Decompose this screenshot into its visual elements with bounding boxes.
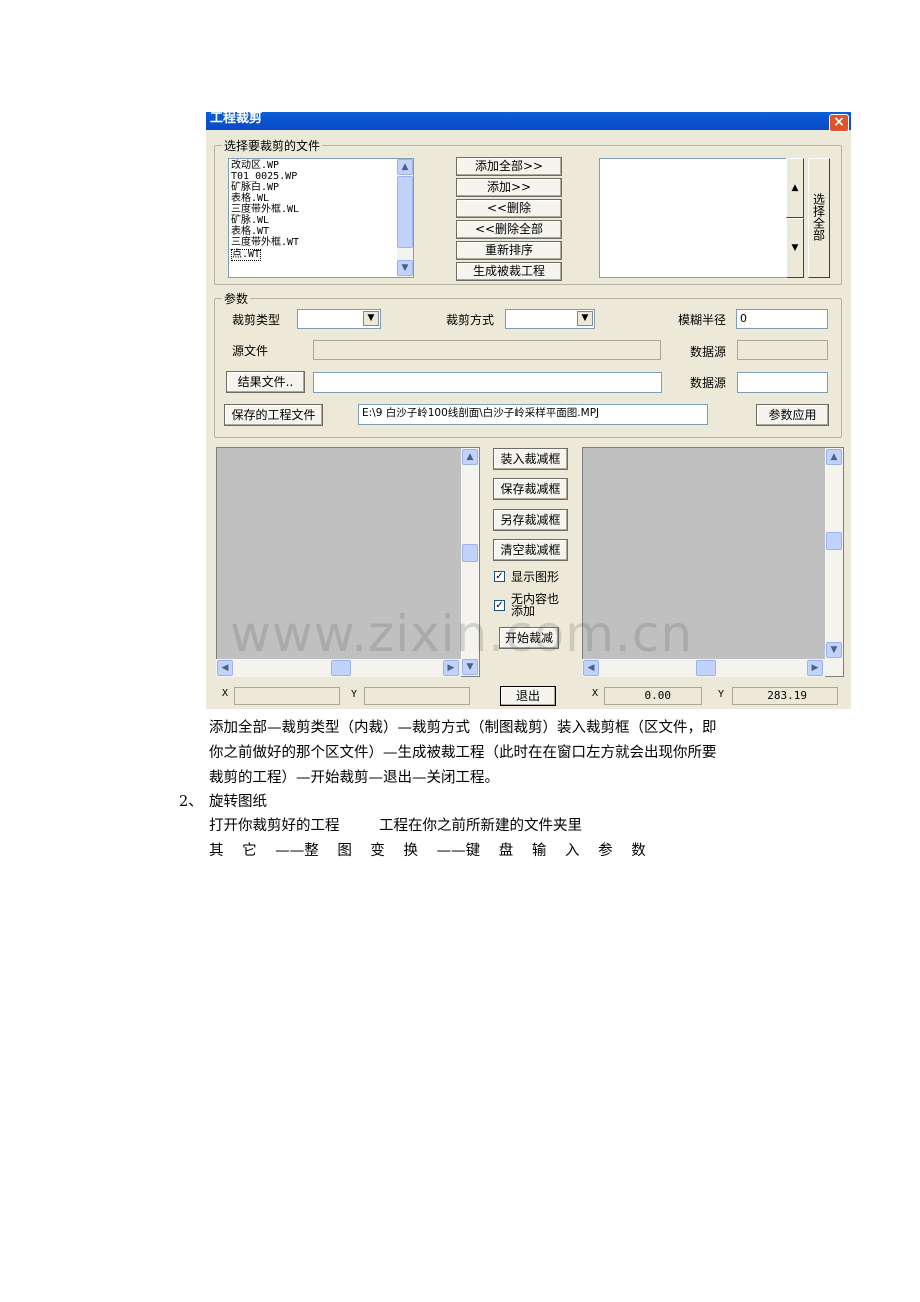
- scroll-thumb[interactable]: [696, 660, 716, 676]
- file-select-legend: 选择要裁剪的文件: [222, 137, 323, 154]
- data-source-input[interactable]: [737, 372, 828, 393]
- list-item[interactable]: 三度带外框.WT: [231, 238, 299, 248]
- apply-params-button[interactable]: 参数应用: [756, 404, 829, 426]
- title-bar[interactable]: 工程裁剪: [206, 112, 851, 130]
- move-up-icon[interactable]: ▲: [786, 158, 804, 218]
- clip-mode-select[interactable]: ▼: [505, 309, 595, 329]
- load-frame-button[interactable]: 装入裁减框: [493, 448, 568, 470]
- list-item[interactable]: 三度带外框.WL: [231, 205, 299, 215]
- section-heading: 旋转图纸: [209, 794, 267, 810]
- add-all-button[interactable]: 添加全部>>: [456, 157, 562, 176]
- scroll-down-icon[interactable]: ▼: [397, 260, 413, 276]
- list-item[interactable]: 表格.WL: [231, 194, 269, 204]
- show-graphic-label: 显示图形: [511, 570, 560, 584]
- result-preview-vscroll[interactable]: ▲ ▼: [825, 448, 843, 676]
- body-text-line: 工程在你之前所新建的文件夹里: [379, 818, 582, 834]
- left-x-label: X: [222, 688, 229, 699]
- clip-type-label: 裁剪类型: [232, 313, 281, 327]
- clip-type-select[interactable]: ▼: [297, 309, 381, 329]
- select-all-label: 选择全部: [811, 193, 826, 241]
- left-y-value: [364, 687, 470, 705]
- result-file-button[interactable]: 结果文件..: [226, 371, 305, 393]
- result-file-input[interactable]: [313, 372, 662, 393]
- data-source-label: 数据源: [690, 376, 727, 390]
- reorder-button[interactable]: 重新排序: [456, 241, 562, 260]
- body-text-line: 其 它 ——整 图 变 换 ——键 盘 输 入 参 数: [209, 843, 646, 859]
- body-text-line: 打开你裁剪好的工程: [209, 818, 340, 834]
- chevron-down-icon[interactable]: ▼: [363, 311, 379, 326]
- select-all-button[interactable]: 选择全部: [808, 158, 830, 278]
- source-file-label: 源文件: [232, 344, 269, 358]
- scroll-thumb[interactable]: [462, 544, 478, 562]
- list-item[interactable]: 点.WT: [231, 249, 262, 261]
- body-text-line: 你之前做好的那个区文件）—生成被裁工程（此时在在窗口左方就会出现你所要: [209, 745, 717, 761]
- dialog-title: 工程裁剪: [210, 112, 263, 126]
- source-file-list[interactable]: 改动区.WP T01_0025.WP 矿脉白.WP 表格.WL 三度带外框.WL…: [228, 158, 414, 278]
- blur-radius-label: 模糊半径: [678, 313, 727, 327]
- left-y-label: Y: [351, 689, 358, 700]
- remove-all-button[interactable]: <<删除全部: [456, 220, 562, 239]
- scroll-up-icon[interactable]: ▲: [397, 159, 413, 175]
- scroll-up-icon[interactable]: ▲: [462, 449, 478, 465]
- list-item[interactable]: 表格.WT: [231, 227, 269, 237]
- remove-button[interactable]: <<删除: [456, 199, 562, 218]
- list-item-number: 2、: [179, 794, 203, 810]
- params-legend: 参数: [222, 290, 251, 307]
- body-text-line: 裁剪的工程）—开始裁剪—退出—关闭工程。: [209, 770, 499, 786]
- scroll-right-icon[interactable]: ▶: [807, 660, 823, 676]
- right-y-label: Y: [718, 689, 725, 700]
- list-item[interactable]: 矿脉白.WP: [231, 183, 279, 193]
- list-item[interactable]: 改动区.WP: [231, 161, 279, 171]
- saved-project-button[interactable]: 保存的工程文件: [224, 404, 323, 426]
- add-button[interactable]: 添加>>: [456, 178, 562, 197]
- body-text-line: 添加全部—裁剪类型（内裁）—裁剪方式（制图裁剪）装入裁剪框（区文件，即: [209, 720, 717, 736]
- close-button[interactable]: ×: [829, 114, 849, 132]
- save-frame-button[interactable]: 保存裁减框: [493, 478, 568, 500]
- right-x-label: X: [592, 688, 599, 699]
- exit-button[interactable]: 退出: [500, 686, 556, 706]
- right-x-value: 0.00: [604, 687, 702, 705]
- right-y-value: 283.19: [732, 687, 838, 705]
- scroll-thumb[interactable]: [397, 176, 413, 248]
- list-item[interactable]: 矿脉.WL: [231, 216, 269, 226]
- scroll-thumb[interactable]: [826, 532, 842, 550]
- source-file-field: [313, 340, 661, 360]
- left-x-value: [234, 687, 340, 705]
- data-source-field: [737, 340, 828, 360]
- scroll-up-icon[interactable]: ▲: [826, 449, 842, 465]
- scroll-down-icon[interactable]: ▼: [826, 642, 842, 658]
- blur-radius-input[interactable]: 0: [736, 309, 828, 329]
- move-down-icon[interactable]: ▼: [786, 218, 804, 278]
- generate-project-button[interactable]: 生成被裁工程: [456, 262, 562, 281]
- watermark: www.zixin.com.cn: [230, 605, 694, 663]
- chevron-down-icon[interactable]: ▼: [577, 311, 593, 326]
- file-list-scrollbar[interactable]: ▲ ▼: [397, 159, 413, 277]
- saved-project-path-input[interactable]: E:\9 白沙子岭100线剖面\白沙子岭采样平面图.MPJ: [358, 404, 708, 425]
- clear-frame-button[interactable]: 清空裁减框: [493, 539, 568, 561]
- clip-mode-label: 裁剪方式: [446, 313, 495, 327]
- data-source-label: 数据源: [690, 345, 727, 359]
- save-frame-as-button[interactable]: 另存裁减框: [493, 509, 568, 531]
- list-item[interactable]: T01_0025.WP: [231, 172, 297, 182]
- show-graphic-checkbox[interactable]: ✓: [494, 571, 505, 582]
- selected-file-list[interactable]: [599, 158, 787, 278]
